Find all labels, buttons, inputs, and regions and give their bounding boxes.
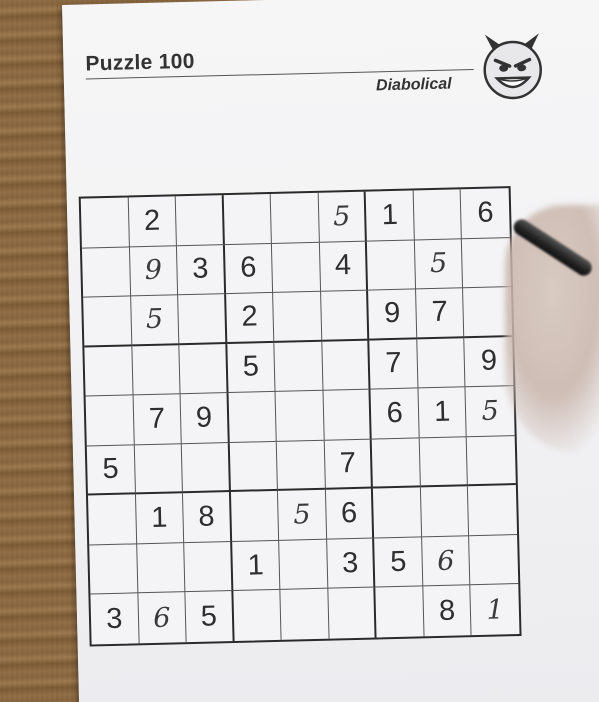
- sudoku-cell-r9c2[interactable]: 6: [137, 592, 187, 644]
- sudoku-cell-r2c3[interactable]: 3: [177, 244, 226, 296]
- sudoku-cell-r8c4[interactable]: 1: [231, 540, 281, 592]
- sudoku-cell-r6c7[interactable]: [372, 438, 421, 489]
- sudoku-cell-r3c3[interactable]: [178, 294, 227, 345]
- sudoku-cell-r8c9[interactable]: [469, 534, 519, 586]
- devil-face-icon: [483, 33, 542, 100]
- sudoku-cell-r1c4[interactable]: [223, 193, 273, 245]
- sudoku-cell-r2c9[interactable]: [462, 237, 512, 289]
- sudoku-cell-r2c6[interactable]: 4: [319, 241, 369, 292]
- sudoku-cell-r6c9[interactable]: [467, 435, 516, 487]
- sudoku-cell-r7c8[interactable]: [420, 486, 470, 538]
- sudoku-cell-r5c3[interactable]: 9: [180, 393, 230, 444]
- sudoku-cell-r9c8[interactable]: 8: [423, 585, 472, 637]
- sudoku-cell-r2c1[interactable]: [81, 246, 131, 298]
- sudoku-cell-r3c6[interactable]: [320, 290, 370, 342]
- sudoku-cell-r9c1[interactable]: 3: [90, 593, 140, 645]
- sudoku-cell-r6c8[interactable]: [419, 436, 469, 488]
- sudoku-cell-r8c5[interactable]: [279, 539, 329, 591]
- sudoku-board: 251693645529757979615571856135636581: [78, 186, 522, 647]
- sudoku-cell-r1c6[interactable]: 5: [318, 191, 368, 243]
- sudoku-cell-r2c7[interactable]: [367, 239, 416, 291]
- sudoku-cell-r1c1[interactable]: [80, 197, 130, 249]
- sudoku-cell-r1c8[interactable]: [413, 189, 463, 240]
- sudoku-cell-r6c6[interactable]: 7: [324, 439, 374, 491]
- sudoku-cell-r2c5[interactable]: [272, 242, 321, 294]
- sudoku-cell-r9c5[interactable]: [280, 589, 330, 640]
- sudoku-cell-r6c5[interactable]: [276, 440, 326, 492]
- sudoku-cell-r7c5[interactable]: 5: [278, 490, 327, 541]
- sudoku-cell-r5c5[interactable]: [275, 390, 325, 442]
- sudoku-cell-r9c3[interactable]: 5: [185, 591, 235, 643]
- sudoku-cell-r7c3[interactable]: 8: [183, 492, 232, 544]
- sudoku-cell-r2c8[interactable]: 5: [414, 238, 464, 290]
- sudoku-cell-r5c1[interactable]: [85, 395, 135, 447]
- sudoku-cell-r5c6[interactable]: [323, 389, 373, 441]
- sudoku-cell-r8c2[interactable]: [136, 543, 186, 594]
- difficulty-label: Diabolical: [375, 75, 452, 95]
- sudoku-cell-r5c7[interactable]: 6: [370, 388, 420, 440]
- sudoku-cell-r6c3[interactable]: [181, 442, 231, 494]
- sudoku-cell-r3c7[interactable]: 9: [368, 289, 418, 341]
- sudoku-cell-r1c5[interactable]: [270, 192, 320, 244]
- sudoku-cell-r7c4[interactable]: [230, 491, 280, 542]
- sudoku-cell-r2c2[interactable]: 9: [129, 245, 179, 297]
- sudoku-cell-r3c4[interactable]: 2: [225, 293, 275, 344]
- sudoku-cell-r8c8[interactable]: 6: [421, 536, 471, 587]
- sudoku-cell-r7c9[interactable]: [468, 485, 518, 537]
- sudoku-cell-r6c1[interactable]: 5: [86, 445, 136, 496]
- sudoku-cell-r1c2[interactable]: 2: [128, 196, 178, 247]
- sudoku-cell-r5c4[interactable]: [228, 392, 277, 443]
- sudoku-cell-r4c6[interactable]: [322, 340, 371, 391]
- sudoku-cell-r3c2[interactable]: 5: [130, 295, 180, 347]
- sudoku-cell-r1c9[interactable]: 6: [461, 188, 510, 239]
- sudoku-cell-r3c5[interactable]: [273, 291, 323, 343]
- sudoku-cell-r1c7[interactable]: 1: [365, 190, 415, 242]
- sudoku-cell-r4c4[interactable]: 5: [226, 342, 276, 394]
- sudoku-cell-r4c8[interactable]: [417, 337, 466, 389]
- sudoku-cell-r4c1[interactable]: [84, 346, 134, 397]
- sudoku-cell-r9c9[interactable]: 1: [471, 584, 520, 635]
- sudoku-cell-r9c4[interactable]: [233, 590, 282, 641]
- sudoku-cell-r5c8[interactable]: 1: [418, 387, 468, 439]
- sudoku-cell-r4c2[interactable]: [131, 344, 181, 396]
- sudoku-cell-r6c2[interactable]: [134, 443, 184, 495]
- sudoku-cell-r8c3[interactable]: [184, 541, 234, 593]
- sudoku-cell-r3c8[interactable]: 7: [415, 288, 465, 340]
- sudoku-cell-r7c7[interactable]: [373, 487, 422, 539]
- sudoku-cell-r9c6[interactable]: [328, 587, 377, 639]
- sudoku-cell-r6c4[interactable]: [229, 441, 279, 493]
- sudoku-cell-r5c2[interactable]: 7: [133, 394, 182, 446]
- sudoku-cell-r7c6[interactable]: 6: [325, 488, 375, 540]
- sudoku-cell-r3c1[interactable]: [83, 296, 132, 348]
- sudoku-cell-r8c1[interactable]: [89, 544, 138, 595]
- sudoku-cell-r2c4[interactable]: 6: [224, 243, 274, 295]
- sudoku-cell-r7c1[interactable]: [88, 494, 137, 546]
- sudoku-cell-r7c2[interactable]: 1: [135, 493, 185, 545]
- sudoku-cell-r4c7[interactable]: 7: [369, 339, 419, 390]
- sudoku-cell-r4c3[interactable]: [179, 343, 229, 395]
- sudoku-cell-r8c7[interactable]: 5: [374, 537, 424, 588]
- sudoku-cell-r9c7[interactable]: [375, 586, 425, 638]
- puzzle-title: Puzzle 100: [85, 49, 195, 76]
- sudoku-cell-r1c3[interactable]: [175, 195, 225, 246]
- sudoku-cell-r8c6[interactable]: 3: [326, 538, 376, 590]
- sudoku-cell-r4c5[interactable]: [274, 341, 324, 393]
